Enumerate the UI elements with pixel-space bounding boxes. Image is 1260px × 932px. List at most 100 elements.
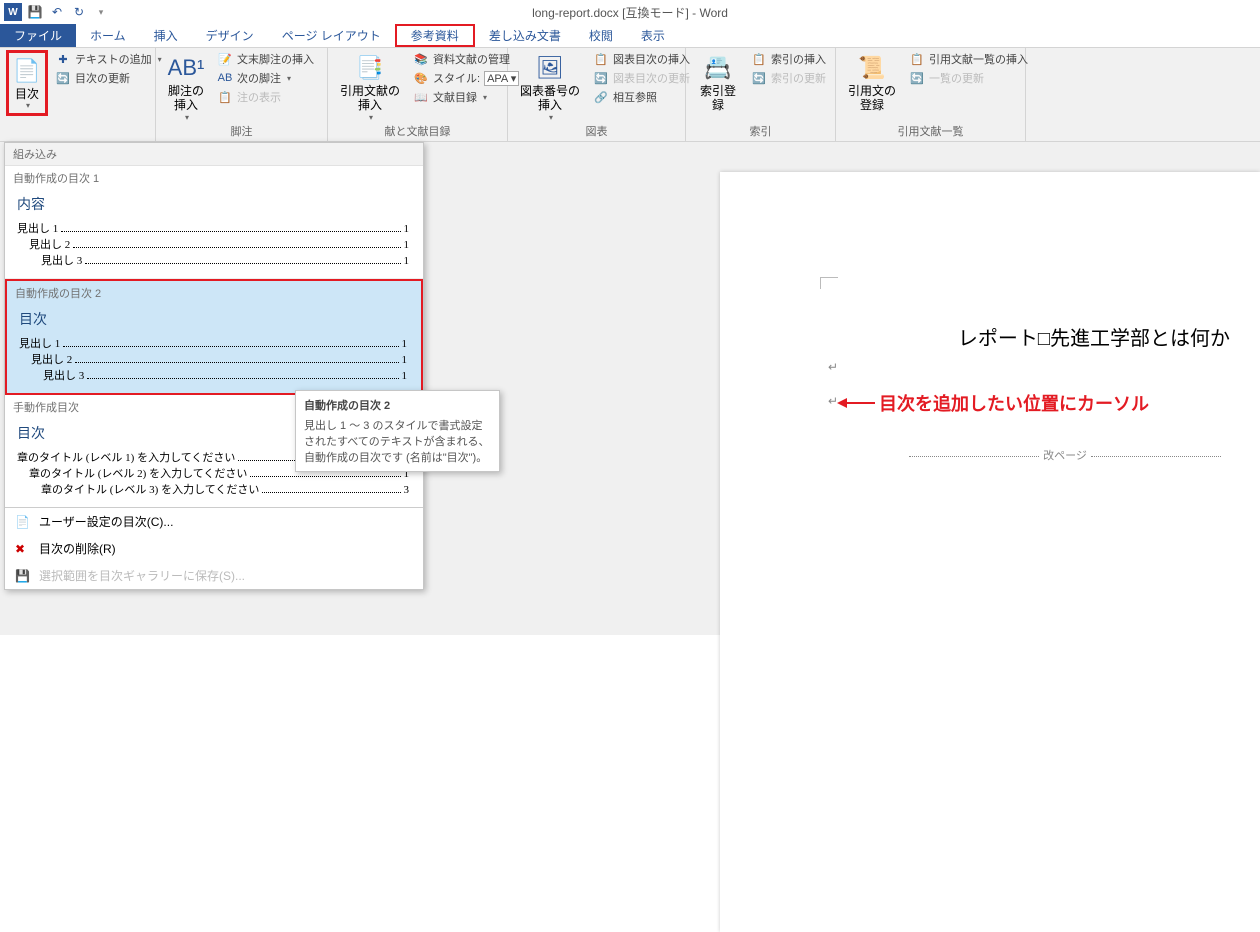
annotation-text: 目次を追加したい位置にカーソル bbox=[879, 390, 1149, 416]
next-footnote-label: 次の脚注 bbox=[237, 70, 281, 86]
update-toa-icon: 🔄 bbox=[909, 70, 925, 86]
insert-caption-button[interactable]: 🖼 図表番号の 挿入 bbox=[514, 50, 586, 124]
group-toa-label: 引用文献一覧 bbox=[836, 123, 1025, 139]
update-index-label: 索引の更新 bbox=[771, 70, 826, 86]
insert-citation-label: 引用文献の 挿入 bbox=[340, 84, 400, 113]
insert-index-label: 索引の挿入 bbox=[771, 51, 826, 67]
annotation-arrow: 目次を追加したい位置にカーソル bbox=[840, 390, 1149, 416]
tab-review[interactable]: 校閲 bbox=[575, 24, 627, 47]
gallery-section-builtin: 組み込み bbox=[5, 143, 423, 166]
toc-auto-1[interactable]: 自動作成の目次 1 内容 見出し 11 見出し 21 見出し 31 bbox=[5, 166, 423, 279]
update-toc-label: 目次の更新 bbox=[75, 70, 130, 86]
add-text-button[interactable]: ✚テキストの追加 bbox=[52, 50, 165, 68]
cross-reference-button[interactable]: 🔗相互参照 bbox=[590, 88, 693, 106]
tab-home[interactable]: ホーム bbox=[76, 24, 140, 47]
insert-tof-button[interactable]: 📋図表目次の挿入 bbox=[590, 50, 693, 68]
update-toa-label: 一覧の更新 bbox=[929, 70, 984, 86]
bibliography-label: 文献目録 bbox=[433, 89, 477, 105]
cross-reference-label: 相互参照 bbox=[613, 89, 657, 105]
insert-citation-button[interactable]: 📑 引用文献の 挿入 bbox=[334, 50, 406, 124]
tab-layout[interactable]: ページ レイアウト bbox=[268, 24, 395, 47]
update-toa-button[interactable]: 🔄一覧の更新 bbox=[906, 69, 1031, 87]
tab-references[interactable]: 参考資料 bbox=[395, 24, 475, 47]
redo-button[interactable]: ↻ bbox=[70, 3, 88, 21]
style-selector[interactable]: 🎨スタイル: APA ▾ bbox=[410, 69, 522, 87]
tab-insert[interactable]: 挿入 bbox=[140, 24, 192, 47]
manage-sources-button[interactable]: 📚資料文献の管理 bbox=[410, 50, 522, 68]
bibliography-button[interactable]: 📖文献目録 bbox=[410, 88, 522, 106]
save-button[interactable]: 💾 bbox=[26, 3, 44, 21]
tab-design[interactable]: デザイン bbox=[192, 24, 268, 47]
paragraph-mark: ↵ bbox=[828, 360, 838, 374]
window-title: long-report.docx [互換モード] - Word bbox=[532, 4, 728, 21]
mark-citation-button[interactable]: 📜 引用文の 登録 bbox=[842, 50, 902, 115]
insert-caption-label: 図表番号の 挿入 bbox=[520, 84, 580, 113]
arrow-icon bbox=[840, 402, 875, 404]
custom-toc-menu[interactable]: 📄 ユーザー設定の目次(C)... bbox=[5, 508, 423, 535]
insert-toa-button[interactable]: 📋引用文献一覧の挿入 bbox=[906, 50, 1031, 68]
group-index-label: 索引 bbox=[686, 123, 835, 139]
next-footnote-button[interactable]: AB次の脚注 bbox=[214, 69, 317, 87]
remove-toc-menu[interactable]: ✖ 目次の削除(R) bbox=[5, 535, 423, 562]
tab-file[interactable]: ファイル bbox=[0, 24, 76, 47]
style-label: スタイル: bbox=[433, 70, 480, 86]
mark-entry-label: 索引登録 bbox=[698, 84, 738, 113]
insert-footnote-label: 脚注の 挿入 bbox=[168, 84, 204, 113]
toc-preview-heading: 内容 bbox=[17, 194, 409, 214]
ribbon: 📄 目次 ✚テキストの追加 🔄目次の更新 AB¹ 脚注の 挿入 📝文末脚注の挿入… bbox=[0, 48, 1260, 142]
custom-toc-icon: 📄 bbox=[15, 515, 31, 529]
tab-mailings[interactable]: 差し込み文書 bbox=[475, 24, 575, 47]
toc-auto-2[interactable]: 自動作成の目次 2 目次 見出し 11 見出し 21 見出し 31 bbox=[5, 279, 423, 395]
bibliography-icon: 📖 bbox=[413, 89, 429, 105]
manage-sources-label: 資料文献の管理 bbox=[433, 51, 510, 67]
toc-button[interactable]: 📄 目次 bbox=[6, 50, 48, 116]
remove-toc-icon: ✖ bbox=[15, 542, 31, 556]
citation-icon: 📑 bbox=[354, 52, 386, 84]
manage-sources-icon: 📚 bbox=[413, 51, 429, 67]
insert-endnote-label: 文末脚注の挿入 bbox=[237, 51, 314, 67]
group-footnotes-label: 脚注 bbox=[156, 123, 327, 139]
add-text-label: テキストの追加 bbox=[75, 51, 152, 67]
insert-toa-icon: 📋 bbox=[909, 51, 925, 67]
crossref-icon: 🔗 bbox=[593, 89, 609, 105]
insert-endnote-button[interactable]: 📝文末脚注の挿入 bbox=[214, 50, 317, 68]
toc-preview-heading: 目次 bbox=[19, 309, 407, 329]
insert-tof-label: 図表目次の挿入 bbox=[613, 51, 690, 67]
tooltip: 自動作成の目次 2 見出し 1 ～ 3 のスタイルで書式設定されたすべてのテキス… bbox=[295, 390, 500, 472]
document-page[interactable]: レポート□先進工学部とは何か ↵ ↵ 改ページ bbox=[720, 172, 1260, 932]
toc-auto-2-title: 自動作成の目次 2 bbox=[15, 285, 413, 301]
update-index-icon: 🔄 bbox=[751, 70, 767, 86]
custom-toc-label: ユーザー設定の目次(C)... bbox=[39, 513, 173, 530]
update-index-button[interactable]: 🔄索引の更新 bbox=[748, 69, 829, 87]
group-captions-label: 図表 bbox=[508, 123, 685, 139]
ribbon-tabs: ファイル ホーム 挿入 デザイン ページ レイアウト 参考資料 差し込み文書 校… bbox=[0, 24, 1260, 48]
document-title: レポート□先進工学部とは何か bbox=[958, 322, 1230, 351]
endnote-icon: 📝 bbox=[217, 51, 233, 67]
toc-gallery: 組み込み 自動作成の目次 1 内容 見出し 11 見出し 21 見出し 31 自… bbox=[4, 142, 424, 590]
update-tof-icon: 🔄 bbox=[593, 70, 609, 86]
qat-customize-icon[interactable]: ▾ bbox=[92, 3, 110, 21]
add-text-icon: ✚ bbox=[55, 51, 71, 67]
remove-toc-label: 目次の削除(R) bbox=[39, 540, 116, 557]
next-footnote-icon: AB bbox=[217, 70, 233, 86]
undo-button[interactable]: ↶ bbox=[48, 3, 66, 21]
footnote-icon: AB¹ bbox=[170, 52, 202, 84]
toc-icon: 📄 bbox=[11, 55, 43, 87]
update-toc-button[interactable]: 🔄目次の更新 bbox=[52, 69, 165, 87]
mark-entry-button[interactable]: 📇 索引登録 bbox=[692, 50, 744, 115]
save-selection-icon: 💾 bbox=[15, 569, 31, 583]
toc-button-label: 目次 bbox=[15, 87, 39, 101]
word-logo-icon: W bbox=[4, 3, 22, 21]
show-notes-label: 注の表示 bbox=[237, 89, 281, 105]
show-notes-button[interactable]: 📋注の表示 bbox=[214, 88, 317, 106]
save-selection-label: 選択範囲を目次ギャラリーに保存(S)... bbox=[39, 567, 245, 584]
tooltip-title: 自動作成の目次 2 bbox=[304, 397, 491, 413]
save-selection-menu: 💾 選択範囲を目次ギャラリーに保存(S)... bbox=[5, 562, 423, 589]
style-icon: 🎨 bbox=[413, 70, 429, 86]
tab-view[interactable]: 表示 bbox=[627, 24, 679, 47]
insert-index-button[interactable]: 📋索引の挿入 bbox=[748, 50, 829, 68]
update-tof-label: 図表目次の更新 bbox=[613, 70, 690, 86]
insert-footnote-button[interactable]: AB¹ 脚注の 挿入 bbox=[162, 50, 210, 124]
insert-index-icon: 📋 bbox=[751, 51, 767, 67]
update-tof-button[interactable]: 🔄図表目次の更新 bbox=[590, 69, 693, 87]
